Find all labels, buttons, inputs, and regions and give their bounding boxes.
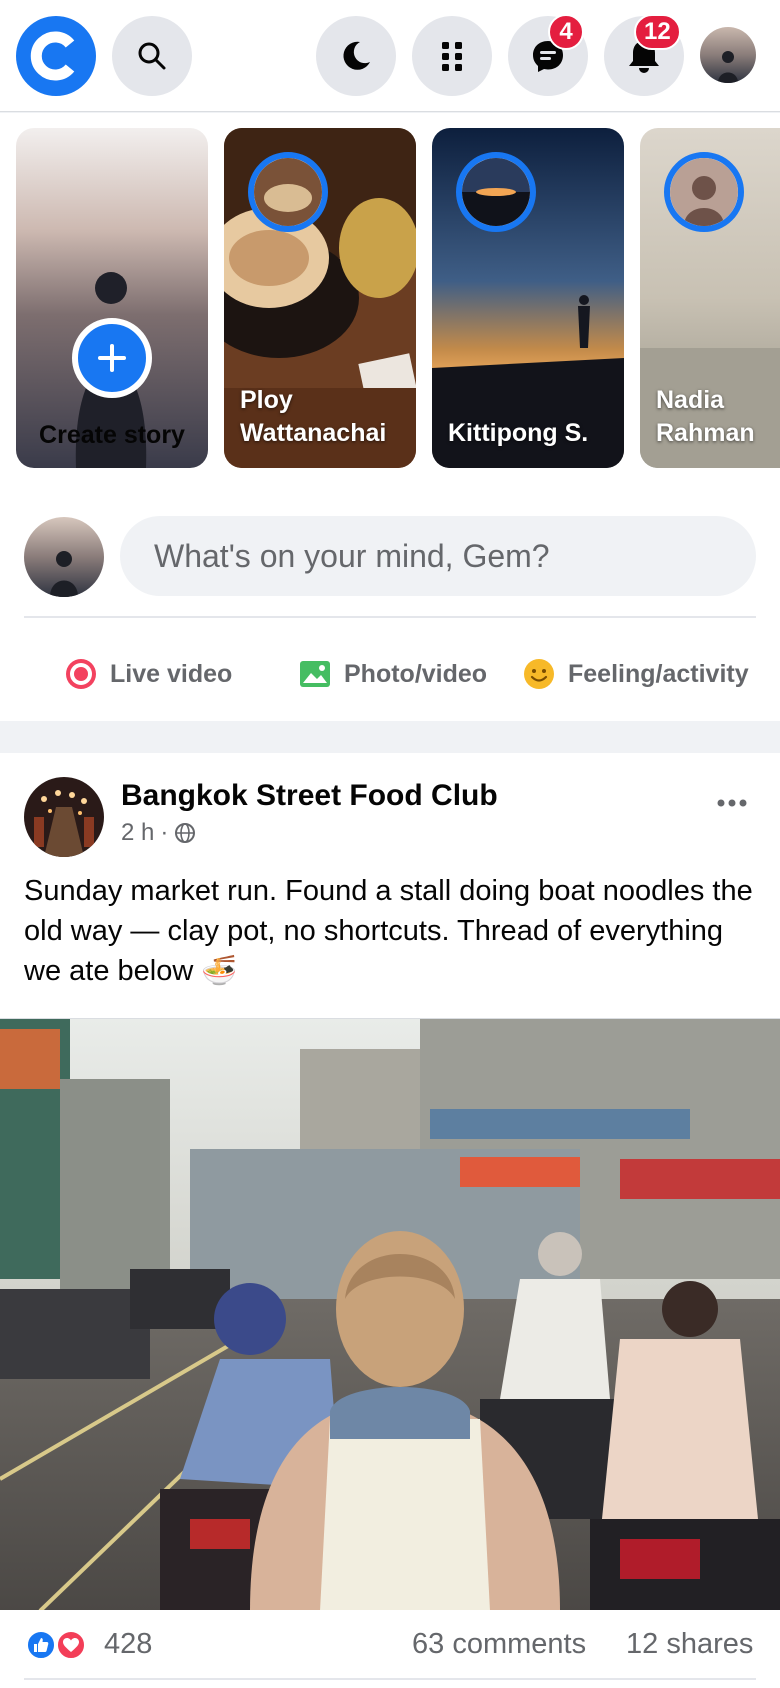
- photo-video-button[interactable]: Photo/video: [298, 641, 487, 707]
- story-card[interactable]: Nadia Rahman: [640, 128, 780, 468]
- messages-button[interactable]: 4: [508, 14, 588, 96]
- notifications-badge: 12: [634, 14, 681, 50]
- post-photo[interactable]: [0, 1018, 780, 1610]
- feeling-icon: [522, 657, 556, 691]
- post-meta: 2 h ·: [121, 819, 196, 847]
- search-icon: [138, 42, 166, 70]
- app-logo-icon: [30, 31, 75, 81]
- live-video-icon: [64, 657, 98, 691]
- post-author-avatar[interactable]: [24, 777, 104, 857]
- post-body-text: Sunday market run. Found a stall doing b…: [24, 875, 753, 987]
- story-card[interactable]: Kittipong S.: [432, 128, 624, 468]
- profile-avatar[interactable]: [700, 27, 756, 83]
- feeling-activity-button[interactable]: Feeling/activity: [522, 641, 749, 707]
- story-name: Kittipong S.: [448, 419, 589, 447]
- post-composer: Live video Photo/video Feeling/activity: [0, 491, 780, 721]
- grid-menu-icon: [442, 42, 462, 71]
- create-story-label: Create story: [39, 421, 185, 449]
- more-options-icon: [717, 799, 747, 807]
- feed-post: Bangkok Street Food Club 2 h · Sunday ma…: [0, 753, 780, 1688]
- comments-count[interactable]: 63 comments: [412, 1628, 586, 1661]
- post-more-button[interactable]: [712, 783, 752, 823]
- story-name: Nadia Rahman: [656, 386, 755, 447]
- story-card[interactable]: Ploy Wattanachai: [224, 128, 416, 468]
- stats-divider: [24, 1678, 756, 1680]
- love-reaction-icon: [56, 1630, 86, 1660]
- post-author-avatar-image: [24, 777, 104, 857]
- add-story-button[interactable]: [72, 318, 152, 398]
- story-name: Ploy Wattanachai: [240, 386, 387, 447]
- plus-icon: [98, 344, 126, 372]
- dark-mode-button[interactable]: [316, 16, 396, 96]
- feeling-activity-label: Feeling/activity: [568, 659, 749, 688]
- menu-button[interactable]: [412, 16, 492, 96]
- stories-tray: Create story Ploy Wattanachai Kittipong …: [0, 113, 780, 491]
- post-time[interactable]: 2 h: [121, 819, 154, 847]
- photo-video-label: Photo/video: [344, 659, 488, 688]
- photo-icon: [298, 657, 332, 691]
- composer-input[interactable]: [120, 516, 756, 596]
- create-story-card[interactable]: Create story: [16, 128, 208, 468]
- live-video-button[interactable]: Live video: [64, 641, 232, 707]
- app-logo[interactable]: [16, 16, 96, 96]
- top-bar: 4 12: [0, 0, 780, 112]
- story-avatar: [664, 152, 744, 232]
- post-author-name[interactable]: Bangkok Street Food Club: [121, 779, 498, 813]
- composer-divider: [24, 616, 756, 618]
- profile-avatar-image: [700, 27, 756, 83]
- like-reaction-icon: [26, 1630, 56, 1660]
- messages-badge: 4: [548, 14, 584, 50]
- globe-icon: [175, 823, 196, 843]
- live-video-label: Live video: [110, 659, 233, 688]
- shares-count[interactable]: 12 shares: [626, 1628, 753, 1661]
- post-stats-bar: 428 63 comments 12 shares: [0, 1610, 780, 1680]
- composer-avatar-image: [24, 517, 104, 597]
- search-button[interactable]: [112, 16, 192, 96]
- street-scene-image: [0, 1019, 780, 1610]
- create-story-image: [16, 128, 208, 468]
- meta-separator: ·: [160, 819, 169, 846]
- notifications-button[interactable]: 12: [604, 14, 684, 96]
- composer-avatar[interactable]: [24, 517, 104, 597]
- story-avatar: [456, 152, 536, 232]
- reactions-count[interactable]: 428: [104, 1628, 152, 1661]
- moon-icon: [343, 41, 370, 70]
- story-avatar: [248, 152, 328, 232]
